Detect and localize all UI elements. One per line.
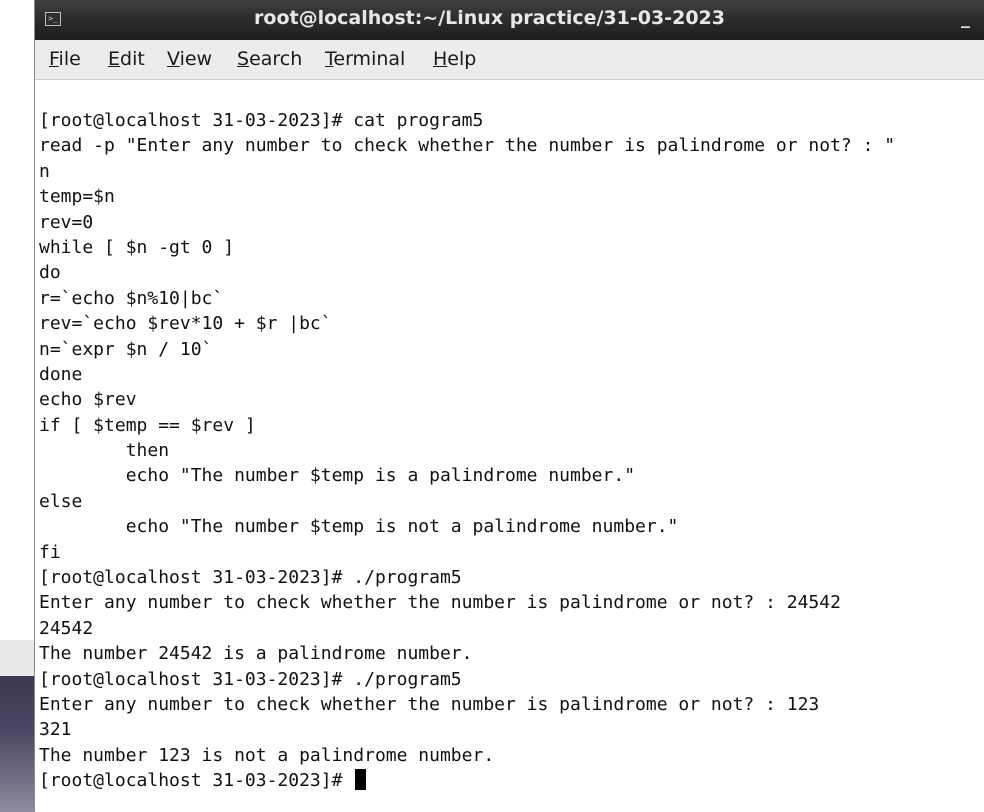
menu-search-mnemonic: S — [237, 48, 250, 70]
menu-help-mnemonic: H — [433, 48, 448, 70]
minimize-button[interactable]: _ — [961, 8, 970, 29]
menu-file-mnemonic: F — [49, 48, 59, 70]
menu-edit-label: dit — [120, 48, 145, 70]
terminal-line: echo "The number $temp is a palindrome n… — [39, 465, 636, 487]
terminal-line: 24542 — [39, 617, 94, 639]
terminal-line: [root@localhost 31-03-2023]# ./program5 — [39, 567, 462, 589]
menu-view[interactable]: View — [167, 48, 212, 70]
terminal-line: The number 24542 is a palindrome number. — [39, 643, 473, 665]
desktop-wallpaper — [0, 676, 34, 812]
menu-help-label: elp — [447, 48, 477, 70]
menu-edit[interactable]: Edit — [108, 48, 145, 70]
terminal-line: fi — [39, 541, 61, 563]
terminal-line: echo "The number $temp is not a palindro… — [39, 516, 679, 538]
desktop-panel-strip — [0, 640, 34, 676]
title-bar[interactable]: >_ root@localhost:~/Linux practice/31-03… — [35, 0, 984, 40]
menu-view-mnemonic: V — [167, 48, 180, 70]
terminal-line: if [ $temp == $rev ] — [39, 414, 256, 436]
terminal-line: echo $rev — [39, 389, 137, 411]
menu-file[interactable]: File — [49, 48, 81, 70]
terminal-line: then — [39, 440, 170, 462]
terminal-line: [root@localhost 31-03-2023]# cat program… — [39, 110, 484, 131]
terminal-line: temp=$n — [39, 186, 115, 208]
text-cursor — [355, 769, 367, 791]
terminal-line: read -p "Enter any number to check wheth… — [39, 135, 896, 157]
menu-search[interactable]: Search — [237, 48, 302, 70]
menu-terminal-label: erminal — [333, 48, 406, 70]
terminal-line: else — [39, 490, 83, 512]
screen: >_ root@localhost:~/Linux practice/31-03… — [0, 0, 984, 812]
terminal-line: done — [39, 363, 83, 385]
menu-file-label: ile — [58, 48, 81, 70]
desktop-background — [0, 0, 34, 812]
menu-terminal[interactable]: Terminal — [325, 48, 405, 70]
terminal-line: while [ $n -gt 0 ] — [39, 236, 235, 258]
terminal-line: rev=`echo $rev*10 + $r |bc` — [39, 313, 332, 335]
terminal-line: do — [39, 262, 61, 284]
terminal-window[interactable]: >_ root@localhost:~/Linux practice/31-03… — [34, 0, 984, 812]
window-title: root@localhost:~/Linux practice/31-03-20… — [254, 7, 725, 29]
terminal-line: Enter any number to check whether the nu… — [39, 592, 841, 614]
terminal-line: The number 123 is not a palindrome numbe… — [39, 744, 495, 766]
terminal-line: r=`echo $n%10|bc` — [39, 287, 224, 309]
menu-view-label: iew — [179, 48, 213, 70]
terminal-prompt-line[interactable]: [root@localhost 31-03-2023]# — [35, 768, 984, 793]
terminal-line: n — [39, 160, 50, 182]
terminal-output[interactable]: [root@localhost 31-03-2023]# cat program… — [35, 80, 984, 812]
terminal-line: 321 — [39, 719, 72, 741]
terminal-line: n=`expr $n / 10` — [39, 338, 213, 360]
terminal-line: [root@localhost 31-03-2023]# ./program5 — [39, 668, 462, 690]
terminal-line: rev=0 — [39, 211, 94, 233]
menu-edit-mnemonic: E — [108, 48, 121, 70]
terminal-prompt: [root@localhost 31-03-2023]# — [39, 770, 354, 792]
menu-help[interactable]: Help — [433, 48, 476, 70]
menu-search-label: earch — [249, 48, 303, 70]
terminal-line: Enter any number to check whether the nu… — [39, 693, 820, 715]
menu-bar: File Edit View Search Terminal Help — [35, 40, 984, 80]
